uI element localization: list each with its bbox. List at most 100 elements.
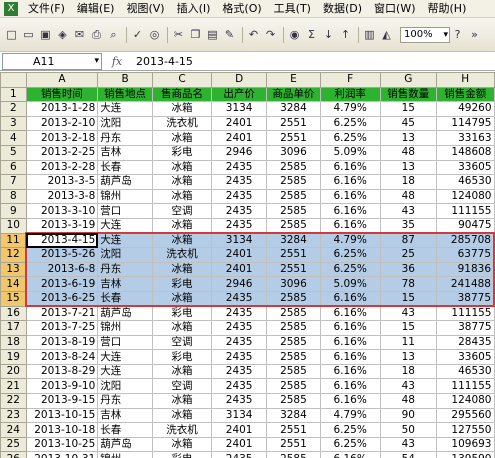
cell-c20[interactable]: 冰箱 <box>151 363 213 380</box>
cell-c9[interactable]: 空调 <box>151 203 213 219</box>
header-cell[interactable]: 利润率 <box>319 86 381 103</box>
cell-d3[interactable]: 2401 <box>211 115 268 132</box>
email-icon[interactable]: ✉ <box>72 27 87 42</box>
cell-f4[interactable]: 6.25% <box>319 130 381 146</box>
cell-g15[interactable]: 15 <box>379 290 438 307</box>
cell-a12[interactable]: 2013-5-26 <box>25 247 99 263</box>
cell-a23[interactable]: 2013-10-15 <box>25 407 99 424</box>
cell-h16[interactable]: 111155 <box>436 305 495 322</box>
cell-e16[interactable]: 2585 <box>266 305 321 322</box>
open-icon[interactable]: ▭ <box>21 27 36 42</box>
row-header[interactable]: 21 <box>0 378 27 395</box>
cell-h15[interactable]: 38775 <box>436 290 495 307</box>
column-header-d[interactable]: D <box>211 72 268 88</box>
cell-d22[interactable]: 2435 <box>211 393 268 409</box>
autosum-icon[interactable]: Σ <box>304 27 319 42</box>
cell-h3[interactable]: 114795 <box>436 115 495 132</box>
cell-c10[interactable]: 冰箱 <box>151 217 213 234</box>
zoom-select[interactable]: 100% <box>400 26 450 43</box>
cell-c12[interactable]: 洗衣机 <box>151 247 213 263</box>
cell-b8[interactable]: 锦州 <box>97 188 153 205</box>
cell-d10[interactable]: 2435 <box>211 217 268 234</box>
header-cell[interactable]: 出产价 <box>211 86 268 103</box>
row-header[interactable]: 25 <box>0 436 27 453</box>
cell-e11[interactable]: 3284 <box>266 232 321 249</box>
cell-c18[interactable]: 空调 <box>151 334 213 351</box>
cell-a11[interactable]: 2013-4-15 <box>25 232 99 249</box>
cell-a20[interactable]: 2013-8-29 <box>25 363 99 380</box>
cell-c15[interactable]: 冰箱 <box>151 290 213 307</box>
header-cell[interactable]: 销售地点 <box>97 86 153 103</box>
select-all-corner[interactable] <box>0 72 27 88</box>
cell-c11[interactable]: 冰箱 <box>151 232 213 249</box>
menu-window[interactable]: 窗口(W) <box>368 0 421 18</box>
column-header-h[interactable]: H <box>436 72 495 88</box>
cell-d4[interactable]: 2401 <box>211 130 268 146</box>
cell-a10[interactable]: 2013-3-19 <box>25 217 99 234</box>
cell-h23[interactable]: 295560 <box>436 407 495 424</box>
cell-h14[interactable]: 241488 <box>436 276 495 292</box>
row-header[interactable]: 17 <box>0 320 27 336</box>
cell-c4[interactable]: 冰箱 <box>151 130 213 146</box>
cell-f26[interactable]: 6.16% <box>319 451 381 458</box>
row-header[interactable]: 5 <box>0 144 27 161</box>
cell-e23[interactable]: 3284 <box>266 407 321 424</box>
cell-a22[interactable]: 2013-9-15 <box>25 393 99 409</box>
cell-f15[interactable]: 6.16% <box>319 290 381 307</box>
cell-f12[interactable]: 6.25% <box>319 247 381 263</box>
cell-d13[interactable]: 2401 <box>211 261 268 278</box>
column-header-g[interactable]: G <box>379 72 438 88</box>
row-header[interactable]: 8 <box>0 188 27 205</box>
drawing-icon[interactable]: ◭ <box>379 27 394 42</box>
cell-h18[interactable]: 28435 <box>436 334 495 351</box>
research-icon[interactable]: ◎ <box>147 27 162 42</box>
cell-b17[interactable]: 锦州 <box>97 320 153 336</box>
menu-tools[interactable]: 工具(T) <box>268 0 317 18</box>
cell-h26[interactable]: 139590 <box>436 451 495 458</box>
menu-insert[interactable]: 插入(I) <box>171 0 217 18</box>
cell-h11[interactable]: 285708 <box>436 232 495 249</box>
cell-c17[interactable]: 冰箱 <box>151 320 213 336</box>
cell-f25[interactable]: 6.25% <box>319 436 381 453</box>
cell-c8[interactable]: 冰箱 <box>151 188 213 205</box>
cell-g23[interactable]: 90 <box>379 407 438 424</box>
cell-d15[interactable]: 2435 <box>211 290 268 307</box>
column-header-f[interactable]: F <box>319 72 381 88</box>
cell-a26[interactable]: 2013-10-31 <box>25 451 99 458</box>
sort-ascending-icon[interactable]: ↓ <box>321 27 336 42</box>
cell-b19[interactable]: 大连 <box>97 349 153 365</box>
cell-a3[interactable]: 2013-2-10 <box>25 115 99 132</box>
cell-c19[interactable]: 彩电 <box>151 349 213 365</box>
cell-d8[interactable]: 2435 <box>211 188 268 205</box>
cell-g4[interactable]: 13 <box>379 130 438 146</box>
cell-g12[interactable]: 25 <box>379 247 438 263</box>
cell-c16[interactable]: 彩电 <box>151 305 213 322</box>
cell-e6[interactable]: 2585 <box>266 159 321 176</box>
column-header-b[interactable]: B <box>97 72 153 88</box>
cell-g14[interactable]: 78 <box>379 276 438 292</box>
menu-data[interactable]: 数据(D) <box>317 0 368 18</box>
cell-g10[interactable]: 35 <box>379 217 438 234</box>
cell-b21[interactable]: 沈阳 <box>97 378 153 395</box>
column-header-e[interactable]: E <box>266 72 321 88</box>
sort-descending-icon[interactable]: ↑ <box>338 27 353 42</box>
cell-b2[interactable]: 大连 <box>97 101 153 117</box>
cell-d20[interactable]: 2435 <box>211 363 268 380</box>
cell-g8[interactable]: 48 <box>379 188 438 205</box>
cell-a18[interactable]: 2013-8-19 <box>25 334 99 351</box>
copy-icon[interactable]: ❐ <box>188 27 203 42</box>
header-cell[interactable]: 售商品名 <box>151 86 213 103</box>
menu-file[interactable]: 文件(F) <box>22 0 71 18</box>
cell-g16[interactable]: 43 <box>379 305 438 322</box>
row-header[interactable]: 13 <box>0 261 27 278</box>
excel-app-icon[interactable]: X <box>4 1 18 16</box>
cell-e7[interactable]: 2585 <box>266 174 321 190</box>
row-header[interactable]: 10 <box>0 217 27 234</box>
cell-d18[interactable]: 2435 <box>211 334 268 351</box>
cell-f7[interactable]: 6.16% <box>319 174 381 190</box>
header-cell[interactable]: 销售数量 <box>379 86 438 103</box>
cell-h9[interactable]: 111155 <box>436 203 495 219</box>
cell-d24[interactable]: 2401 <box>211 422 268 438</box>
cell-h2[interactable]: 49260 <box>436 101 495 117</box>
cell-e4[interactable]: 2551 <box>266 130 321 146</box>
